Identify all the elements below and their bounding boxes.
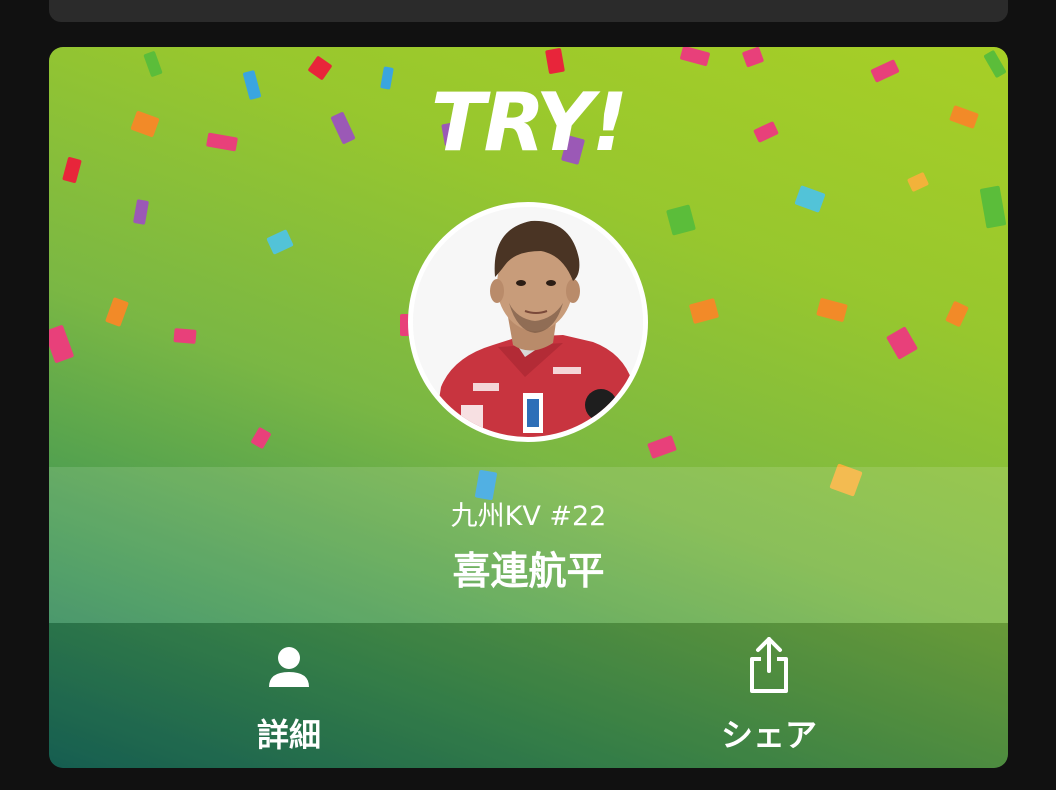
action-bar: 詳細 シェア bbox=[49, 623, 1008, 768]
share-icon bbox=[529, 637, 1008, 699]
try-notification-card: TRY! 九州KV #22 喜連航平 詳細 シェア bbox=[49, 47, 1008, 768]
player-avatar bbox=[413, 207, 643, 437]
share-button[interactable]: シェア bbox=[529, 623, 1008, 768]
person-icon bbox=[49, 645, 529, 693]
share-label: シェア bbox=[720, 716, 817, 754]
team-number-label: 九州KV #22 bbox=[450, 501, 607, 532]
player-info-band: 九州KV #22 喜連航平 bbox=[49, 467, 1008, 623]
try-headline: TRY! bbox=[430, 76, 628, 169]
details-button[interactable]: 詳細 bbox=[49, 623, 529, 768]
details-label: 詳細 bbox=[256, 716, 321, 754]
player-photo bbox=[413, 207, 643, 437]
player-avatar-frame bbox=[408, 202, 648, 442]
player-name: 喜連航平 bbox=[452, 549, 605, 593]
previous-card bbox=[49, 0, 1008, 22]
